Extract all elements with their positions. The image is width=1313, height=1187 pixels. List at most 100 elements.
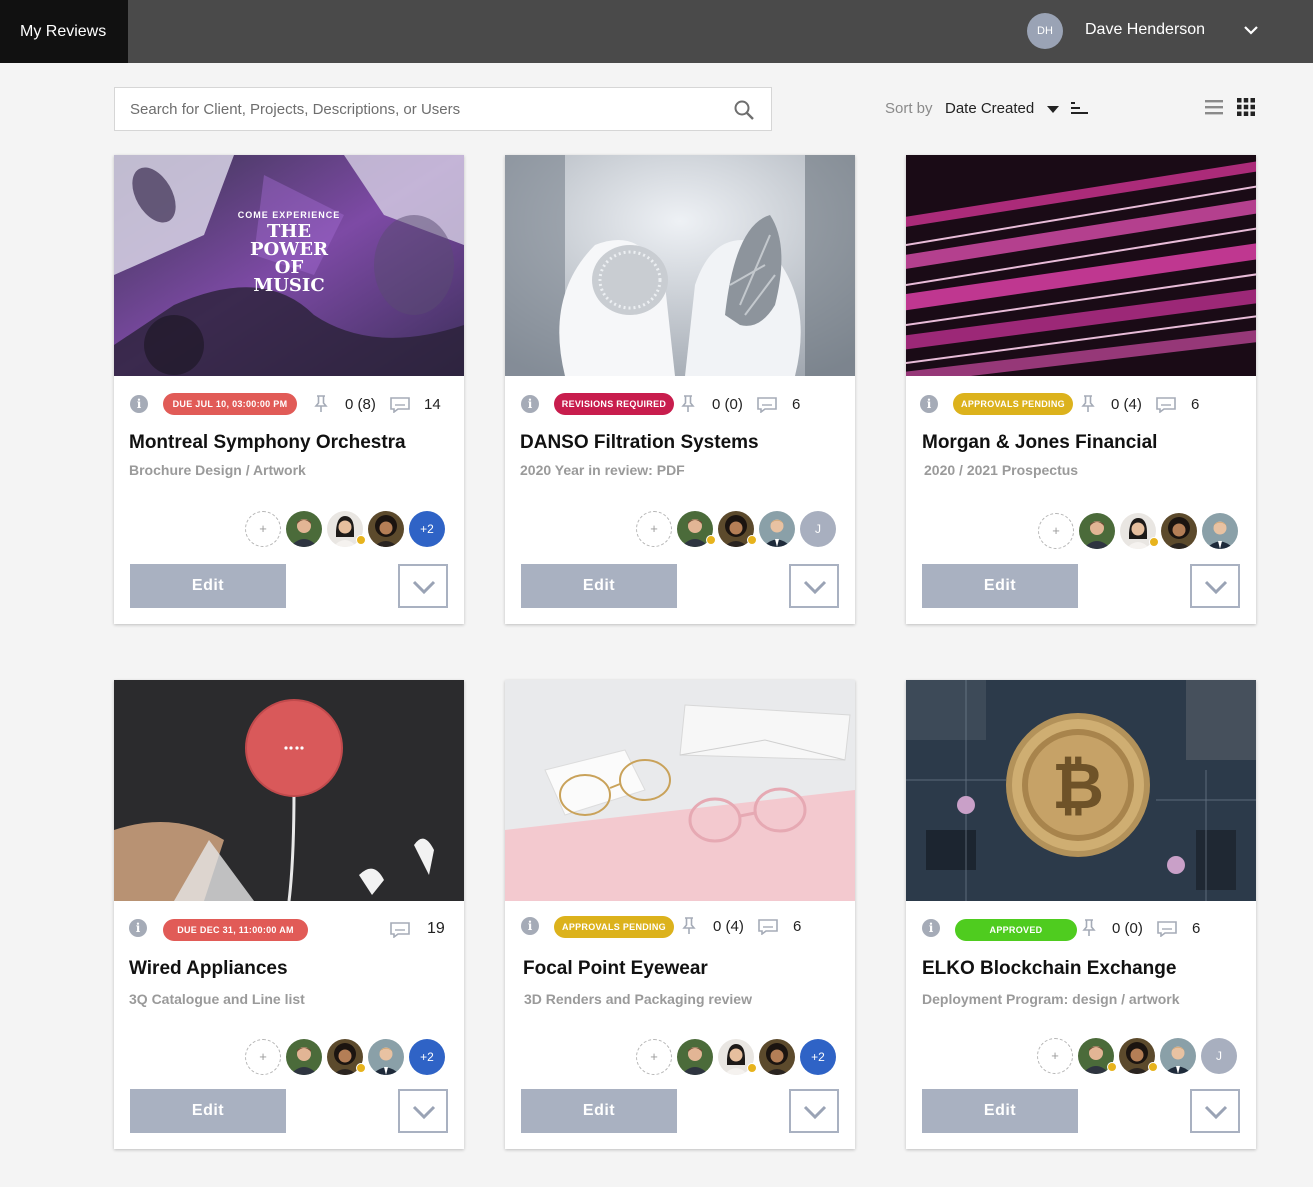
card-title[interactable]: Wired Appliances [129,958,288,980]
card-menu-button[interactable] [1190,1089,1240,1133]
comment-icon [758,919,778,935]
pin-icon [1082,919,1096,936]
add-reviewer-button[interactable]: + [1037,1038,1073,1074]
add-reviewer-button[interactable]: + [636,1039,672,1075]
avatar[interactable] [368,1039,404,1075]
user-name[interactable]: Dave Henderson [1085,21,1205,39]
more-reviewers-badge[interactable]: +2 [409,1039,445,1075]
thumbnail-image[interactable] [114,680,464,901]
more-reviewers-badge[interactable]: +2 [409,511,445,547]
avatar[interactable] [759,511,795,547]
avatar[interactable] [1160,1038,1196,1074]
card-subtitle: 3D Renders and Packaging review [524,991,752,1007]
card-subtitle: 2020 / 2021 Prospectus [924,462,1079,478]
avatar[interactable] [1202,513,1238,549]
avatar[interactable] [286,511,322,547]
edit-button[interactable]: Edit [130,1089,286,1133]
edit-button[interactable]: Edit [521,1089,677,1133]
card-title[interactable]: DANSO Filtration Systems [520,432,759,454]
add-reviewer-button[interactable]: + [245,511,281,547]
card-subtitle: 2020 Year in review: PDF [520,462,685,478]
info-icon[interactable]: i [129,919,147,937]
review-card[interactable]: i APPROVALS PENDING 0 (4) 6 Focal Point … [505,680,855,1149]
chevron-down-icon[interactable] [1241,20,1261,40]
card-subtitle: Deployment Program: design / artwork [922,991,1180,1007]
status-badge: DUE DEC 31, 11:00:00 AM [163,919,308,941]
more-reviewers-badge[interactable]: J [1201,1038,1237,1074]
info-icon[interactable]: i [920,395,938,413]
pin-count: 0 (4) [713,918,744,935]
thumbnail-image[interactable] [505,155,855,376]
edit-button[interactable]: Edit [922,564,1078,608]
card-menu-button[interactable] [789,1089,839,1133]
info-icon[interactable]: i [521,395,539,413]
online-indicator [1148,1062,1158,1072]
avatar[interactable] [759,1039,795,1075]
status-badge: APPROVALS PENDING [554,916,674,938]
card-title[interactable]: ELKO Blockchain Exchange [922,958,1176,980]
online-indicator [747,1063,757,1073]
edit-button[interactable]: Edit [521,564,677,608]
thumbnail-image[interactable]: ₿ [906,680,1256,901]
review-card[interactable]: i APPROVALS PENDING 0 (4) 6 Morgan & Jon… [906,155,1256,624]
pin-icon [1081,395,1095,412]
edit-button[interactable]: Edit [130,564,286,608]
card-menu-button[interactable] [398,1089,448,1133]
add-reviewer-button[interactable]: + [1038,513,1074,549]
thumbnail-image[interactable]: COME EXPERIENCE THE POWER OF MUSIC [114,155,464,376]
reviewer-list: + +2 [114,511,464,547]
avatar[interactable] [368,511,404,547]
add-reviewer-button[interactable]: + [245,1039,281,1075]
review-card[interactable]: ₿ i APPROVED 0 (0) 6 ELKO Blockchain Exc… [906,680,1256,1149]
thumbnail-image[interactable] [505,680,855,901]
card-subtitle: Brochure Design / Artwork [129,462,306,478]
card-meta: i APPROVED 0 (0) 6 [906,916,1256,942]
caret-down-icon[interactable] [1047,106,1059,113]
edit-button[interactable]: Edit [922,1089,1078,1133]
online-indicator [1107,1062,1117,1072]
avatar[interactable] [1161,513,1197,549]
chevron-down-icon [1204,580,1228,595]
list-view-icon[interactable] [1205,98,1223,116]
info-icon[interactable]: i [922,919,940,937]
pin-count: 0 (0) [712,396,743,413]
card-title[interactable]: Morgan & Jones Financial [922,432,1157,454]
avatar[interactable] [286,1039,322,1075]
search-box [114,87,772,131]
info-icon[interactable]: i [521,917,539,935]
chevron-down-icon [412,580,436,595]
user-avatar[interactable]: DH [1027,13,1063,49]
card-menu-button[interactable] [1190,564,1240,608]
card-menu-button[interactable] [789,564,839,608]
pin-count: 0 (8) [345,396,376,413]
review-card[interactable]: i REVISIONS REQUIRED 0 (0) 6 DANSO Filtr… [505,155,855,624]
online-indicator [356,535,366,545]
avatar[interactable] [1079,513,1115,549]
thumbnail-image[interactable] [906,155,1256,376]
info-icon[interactable]: i [130,395,148,413]
app-title-tab[interactable]: My Reviews [0,0,128,63]
comment-count: 6 [1191,396,1200,413]
sort-select[interactable]: Date Created [945,100,1034,117]
comment-icon [390,397,410,413]
card-meta: i DUE DEC 31, 11:00:00 AM 19 [114,916,464,942]
card-title[interactable]: Focal Point Eyewear [523,958,708,980]
chevron-down-icon [803,580,827,595]
grid-view-icon[interactable] [1237,98,1255,116]
avatar[interactable] [677,1039,713,1075]
card-title[interactable]: Montreal Symphony Orchestra [129,432,406,454]
more-reviewers-badge[interactable]: +2 [800,1039,836,1075]
status-badge: APPROVED [955,919,1077,941]
card-meta: i APPROVALS PENDING 0 (4) 6 [906,391,1256,417]
svg-text:₿: ₿ [1052,750,1104,824]
search-input[interactable] [115,88,715,130]
review-card[interactable]: i DUE DEC 31, 11:00:00 AM 19 Wired Appli… [114,680,464,1149]
sort-direction-icon[interactable] [1070,101,1090,117]
review-card[interactable]: COME EXPERIENCE THE POWER OF MUSIC i DUE… [114,155,464,624]
pin-icon [681,395,695,412]
card-menu-button[interactable] [398,564,448,608]
chevron-down-icon [1204,1105,1228,1120]
search-icon[interactable] [733,99,755,121]
add-reviewer-button[interactable]: + [636,511,672,547]
more-reviewers-badge[interactable]: J [800,511,836,547]
